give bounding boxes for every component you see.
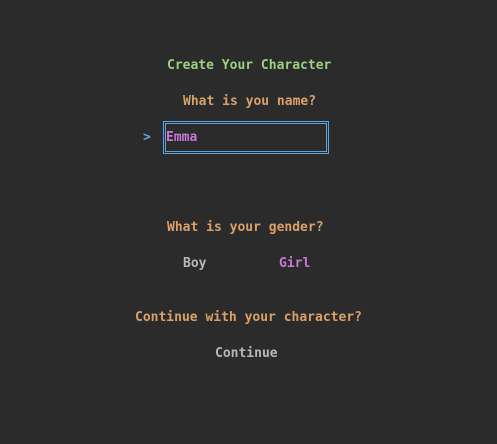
prompt-chevron-icon: > [143,130,151,145]
page-title: Create Your Character [167,58,332,73]
continue-button[interactable]: Continue [215,345,278,363]
terminal-screen: Create Your Character What is you name? … [0,0,497,444]
gender-option-boy[interactable]: Boy [183,255,206,273]
continue-question-label: Continue with your character? [135,310,362,325]
gender-question-label: What is your gender? [167,220,324,235]
name-question-label: What is you name? [183,94,317,109]
gender-option-girl[interactable]: Girl [279,255,310,273]
name-input[interactable] [166,129,326,147]
